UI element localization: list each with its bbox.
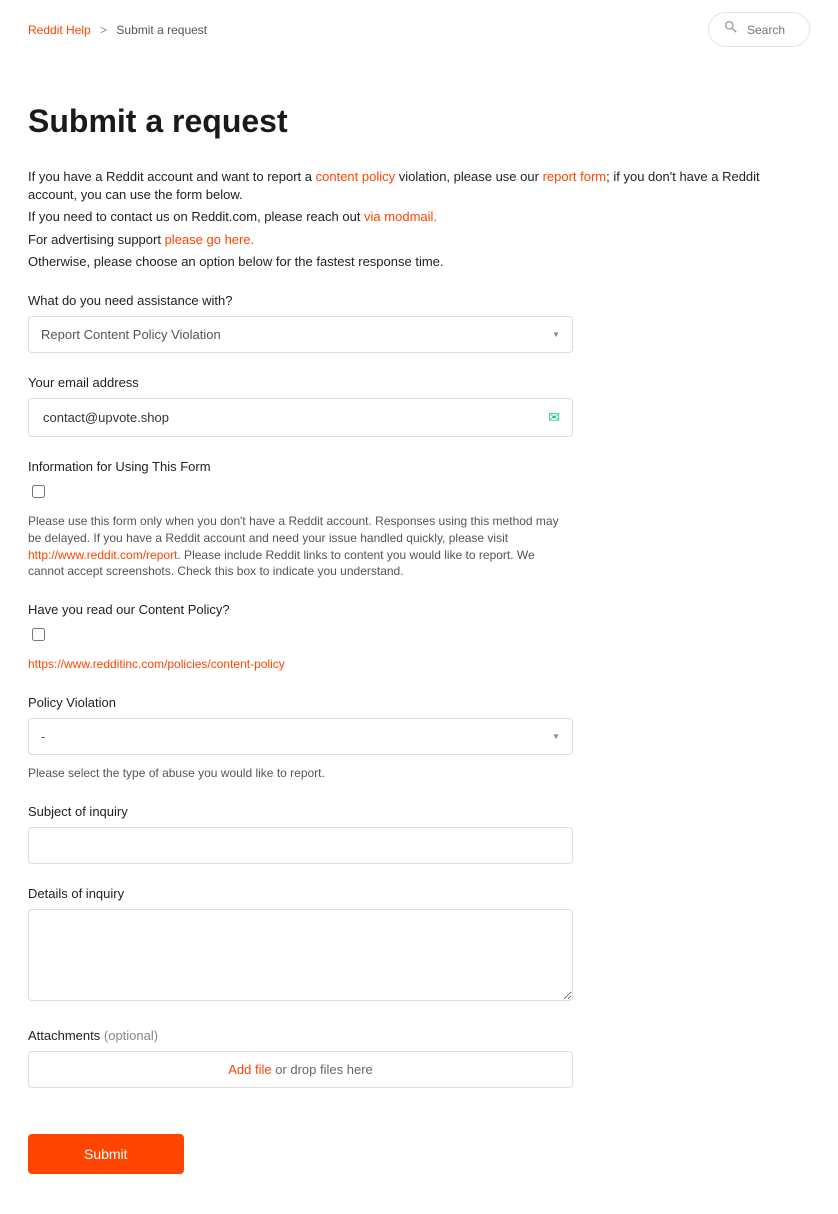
assistance-select[interactable]: Report Content Policy Violation ▼	[28, 316, 573, 353]
subject-input[interactable]	[28, 827, 573, 864]
intro-line-2: If you need to contact us on Reddit.com,…	[28, 208, 792, 226]
intro-line-3: For advertising support please go here.	[28, 231, 792, 249]
file-drop-zone[interactable]: Add file or drop files here	[28, 1051, 573, 1088]
details-textarea[interactable]	[28, 909, 573, 1001]
info-form-label: Information for Using This Form	[28, 459, 792, 474]
email-input-wrap: ✉	[28, 398, 573, 437]
content-policy-label: Have you read our Content Policy?	[28, 602, 792, 617]
policy-violation-select[interactable]: - ▼	[28, 718, 573, 755]
mail-icon: ✉	[548, 409, 560, 426]
info-form-hint: Please use this form only when you don't…	[28, 513, 573, 580]
content-policy-checkbox[interactable]	[32, 628, 45, 641]
breadcrumb-home-link[interactable]: Reddit Help	[28, 23, 91, 37]
modmail-link[interactable]: via modmail.	[364, 209, 437, 224]
drop-text: or drop files here	[272, 1062, 373, 1077]
attachments-label: Attachments (optional)	[28, 1028, 792, 1043]
content-policy-link[interactable]: content policy	[316, 169, 396, 184]
breadcrumb-current: Submit a request	[116, 23, 207, 37]
submit-button[interactable]: Submit	[28, 1134, 184, 1174]
search-icon	[723, 19, 745, 40]
content-policy-url-link[interactable]: https://www.redditinc.com/policies/conte…	[28, 657, 285, 671]
page-title: Submit a request	[28, 103, 792, 140]
email-input[interactable]	[41, 409, 540, 426]
chevron-down-icon: ▼	[552, 732, 560, 741]
intro-line-1: If you have a Reddit account and want to…	[28, 168, 792, 204]
intro-line-4: Otherwise, please choose an option below…	[28, 253, 792, 271]
advertising-support-link[interactable]: please go here.	[165, 232, 255, 247]
attachments-optional: (optional)	[104, 1028, 158, 1043]
reddit-report-link[interactable]: http://www.reddit.com/report	[28, 548, 177, 562]
policy-violation-hint: Please select the type of abuse you woul…	[28, 765, 573, 782]
policy-violation-value: -	[41, 729, 45, 744]
add-file-link[interactable]: Add file	[228, 1062, 271, 1077]
breadcrumb-separator: >	[100, 23, 107, 37]
details-label: Details of inquiry	[28, 886, 792, 901]
search-box[interactable]	[708, 12, 810, 47]
search-input[interactable]	[745, 22, 795, 38]
subject-label: Subject of inquiry	[28, 804, 792, 819]
chevron-down-icon: ▼	[552, 330, 560, 339]
breadcrumb: Reddit Help > Submit a request	[28, 23, 207, 37]
assistance-label: What do you need assistance with?	[28, 293, 792, 308]
report-form-link[interactable]: report form	[543, 169, 607, 184]
email-label: Your email address	[28, 375, 792, 390]
assistance-value: Report Content Policy Violation	[41, 327, 221, 342]
info-form-checkbox[interactable]	[32, 485, 45, 498]
policy-violation-label: Policy Violation	[28, 695, 792, 710]
